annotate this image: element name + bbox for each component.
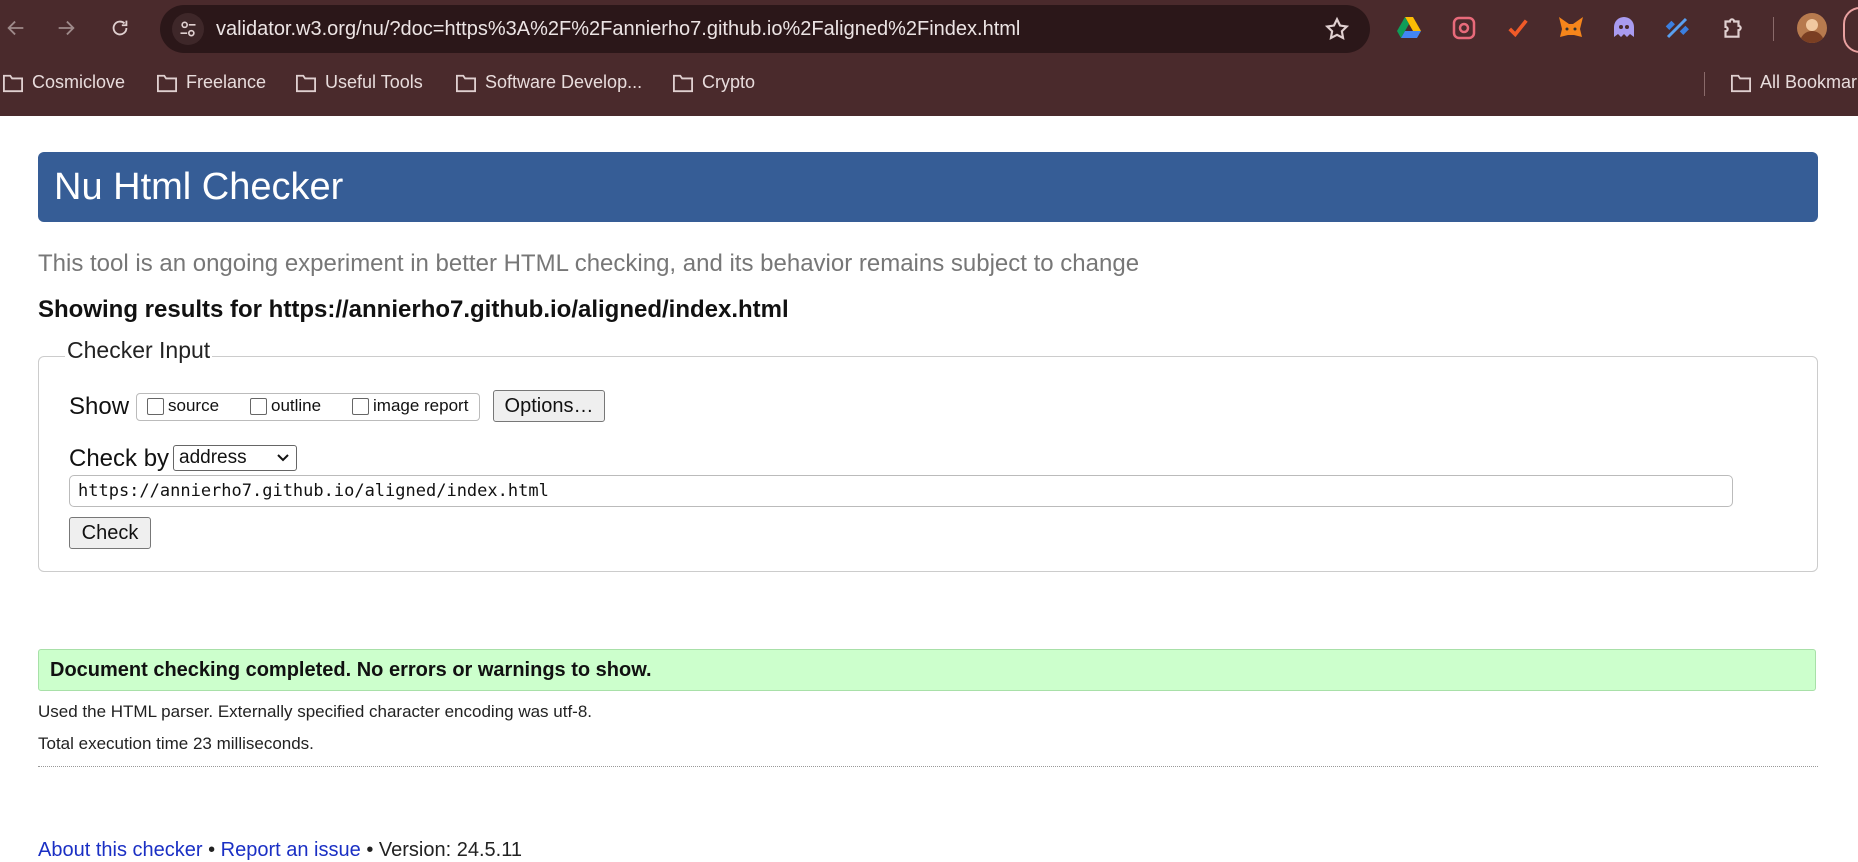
- folder-icon: [2, 74, 23, 92]
- parser-info: Used the HTML parser. Externally specifi…: [38, 702, 593, 721]
- all-bookmarks-label: All Bookmarks: [1760, 72, 1858, 92]
- showing-results-heading: Showing results for https://annierho7.gi…: [38, 296, 789, 323]
- bookmark-label: Crypto: [702, 72, 756, 92]
- outline-checkbox[interactable]: outline: [250, 396, 321, 416]
- execution-time: Total execution time 23 milliseconds.: [38, 734, 314, 753]
- report-issue-link[interactable]: Report an issue: [221, 839, 361, 861]
- profile-avatar[interactable]: [1797, 13, 1827, 43]
- about-link[interactable]: About this checker: [38, 839, 203, 861]
- check-by-select[interactable]: address: [173, 445, 297, 471]
- ghost-icon[interactable]: [1609, 13, 1639, 43]
- reload-icon: [112, 20, 128, 36]
- bookmarks-bar: Cosmiclove Freelance Useful Tools Softwa…: [0, 62, 1858, 106]
- folder-icon: [456, 74, 476, 92]
- bookmark-label: Software Develop...: [485, 72, 643, 92]
- bookmark-label: Useful Tools: [325, 72, 423, 92]
- url-text[interactable]: validator.w3.org/nu/?doc=https%3A%2F%2Fa…: [216, 18, 1020, 41]
- tagline: This tool is an ongoing experiment in be…: [38, 250, 1140, 277]
- folder-icon: [157, 74, 177, 92]
- bookmark-folder[interactable]: Cosmiclove: [2, 72, 125, 93]
- version-text: Version: 24.5.11: [378, 839, 522, 861]
- folder-icon: [673, 74, 693, 92]
- document-url-input[interactable]: https://annierho7.github.io/aligned/inde…: [69, 475, 1733, 507]
- bookmark-label: Freelance: [186, 72, 267, 92]
- check-by-label: Check by: [69, 445, 170, 472]
- footer: About this checker • Report an issue • V…: [38, 839, 522, 862]
- satellite-icon[interactable]: [1662, 13, 1692, 43]
- toolbar-divider: [1773, 17, 1774, 41]
- bookmarks-divider: [1704, 72, 1705, 96]
- puzzle-extensions-icon[interactable]: [1717, 13, 1747, 43]
- browser-chrome: validator.w3.org/nu/?doc=https%3A%2F%2Fa…: [0, 0, 1858, 116]
- bookmark-folder[interactable]: Useful Tools: [295, 72, 423, 93]
- results-divider: [38, 766, 1818, 767]
- image-report-checkbox[interactable]: image report: [352, 396, 468, 416]
- bookmark-folder[interactable]: Freelance: [156, 72, 266, 93]
- options-button[interactable]: Options…: [493, 390, 605, 422]
- checkbox-label: image report: [373, 396, 469, 415]
- back-arrow-icon: [7, 20, 24, 36]
- checker-input-fieldset: Checker Input Show source outline image …: [38, 337, 1818, 572]
- success-message-box: Document checking completed. No errors o…: [38, 649, 1816, 691]
- header-bar: Nu Html Checker: [38, 152, 1818, 222]
- footer-separator: •: [208, 839, 216, 861]
- checker-input-legend: Checker Input: [65, 337, 213, 364]
- forward-arrow-icon: [58, 20, 75, 36]
- footer-separator: •: [366, 839, 374, 861]
- checkbox-label: outline: [271, 396, 322, 415]
- lens-icon[interactable]: [1449, 13, 1479, 43]
- bookmark-star-icon[interactable]: [1324, 16, 1350, 42]
- bookmark-label: Cosmiclove: [32, 72, 126, 92]
- tick-icon[interactable]: [1503, 13, 1533, 43]
- checkbox-box[interactable]: [352, 397, 369, 415]
- address-bar[interactable]: validator.w3.org/nu/?doc=https%3A%2F%2Fa…: [160, 5, 1370, 53]
- profile-button-edge[interactable]: [1843, 7, 1858, 53]
- checkbox-box[interactable]: [250, 397, 267, 415]
- all-bookmarks-folder[interactable]: All Bookmarks: [1730, 72, 1858, 93]
- metamask-fox-icon[interactable]: [1556, 13, 1586, 43]
- google-drive-icon[interactable]: [1394, 13, 1424, 43]
- source-checkbox[interactable]: source: [147, 396, 219, 416]
- bookmark-folder[interactable]: Software Develop...: [455, 72, 642, 93]
- folder-icon: [1731, 74, 1751, 92]
- site-info-button[interactable]: [172, 13, 204, 45]
- bookmark-folder[interactable]: Crypto: [672, 72, 755, 93]
- chevron-down-icon: [277, 454, 289, 462]
- checkbox-label: source: [168, 396, 220, 415]
- tune-icon: [180, 21, 196, 37]
- back-button[interactable]: [0, 12, 32, 44]
- show-label: Show: [69, 393, 130, 420]
- reload-button[interactable]: [104, 12, 136, 44]
- page-content: Nu Html Checker This tool is an ongoing …: [0, 116, 1858, 861]
- folder-icon: [296, 74, 316, 92]
- forward-button[interactable]: [50, 12, 82, 44]
- page-title: Nu Html Checker: [54, 166, 344, 208]
- success-message: Document checking completed. No errors o…: [50, 659, 652, 681]
- check-button[interactable]: Check: [69, 517, 151, 549]
- show-options-group: source outline image report: [136, 393, 480, 421]
- browser-toolbar: validator.w3.org/nu/?doc=https%3A%2F%2Fa…: [0, 0, 1858, 58]
- check-by-value: address: [179, 447, 247, 468]
- checkbox-box[interactable]: [147, 397, 164, 415]
